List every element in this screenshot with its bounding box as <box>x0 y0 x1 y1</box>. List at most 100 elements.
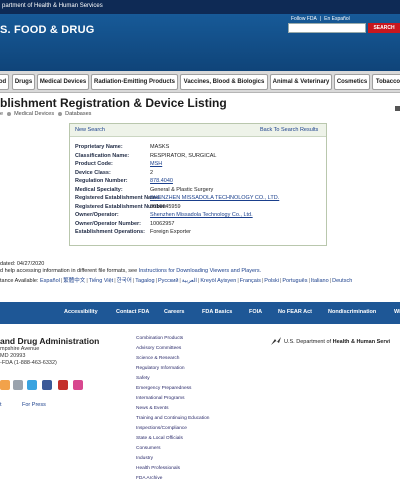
new-search-link[interactable]: New Search <box>75 127 105 133</box>
footer-link-health-professionals[interactable]: Health Professionals <box>136 466 180 471</box>
language-assistance: tance Available: Español|繁體中文|Tiếng Việt… <box>0 278 353 284</box>
detail-value: 3016645959 <box>150 203 181 210</box>
hhs-footer-link[interactable]: U.S. Department of Health & Human Servi <box>284 339 390 345</box>
phone-line: -FDA (1-888-463-6332) <box>0 360 57 366</box>
back-to-results-link[interactable]: Back To Search Results <box>260 127 318 133</box>
footer-nondiscrimination-link[interactable]: Nondiscrimination <box>328 309 376 315</box>
detail-value: 10062957 <box>150 220 175 227</box>
footer-link-industry[interactable]: Industry <box>136 456 153 461</box>
breadcrumb: e Medical Devices Databases <box>0 111 91 117</box>
footer-contact-link[interactable]: Contact FDA <box>116 309 149 315</box>
footer-contact-link-2[interactable]: t <box>0 402 2 408</box>
nav-tab-radiation-emitting[interactable]: Radiation-Emitting Products <box>91 74 178 90</box>
footer-link-news-events[interactable]: News & Events <box>136 406 169 411</box>
lang-russian[interactable]: Русский <box>158 278 178 284</box>
footer-fda-basics-link[interactable]: FDA Basics <box>202 309 232 315</box>
lang-espanol[interactable]: Español <box>40 278 60 284</box>
product-code-link[interactable]: MSH <box>150 161 162 167</box>
lang-chinese[interactable]: 繁體中文 <box>63 278 85 284</box>
detail-row: Medical Specialty: General & Plastic Sur… <box>75 187 325 195</box>
main-nav: od Drugs Medical Devices Radiation-Emitt… <box>0 71 400 93</box>
lang-polish[interactable]: Polski <box>264 278 279 284</box>
lang-german[interactable]: Deutsch <box>332 278 352 284</box>
nav-tab-food[interactable]: od <box>0 74 9 90</box>
footer-link-regulatory-information[interactable]: Regulatory Information <box>136 366 185 371</box>
owner-operator-link[interactable]: Shenzhen Missadola Technology Co., Ltd. <box>150 212 253 218</box>
footer-nav: Accessibility Contact FDA Careers FDA Ba… <box>0 302 400 324</box>
breadcrumb-databases[interactable]: Databases <box>65 111 91 117</box>
footer-link-consumers[interactable]: Consumers <box>136 446 161 451</box>
print-icon[interactable] <box>395 106 400 111</box>
fda-brand-logo[interactable]: S. FOOD & DRUG <box>0 24 94 36</box>
detail-label: Classification Name: <box>75 152 130 159</box>
detail-row: Regulation Number: 878.4040 <box>75 178 325 186</box>
footer-foia-link[interactable]: FOIA <box>249 309 262 315</box>
footer-press-link[interactable]: For Press <box>22 402 46 408</box>
detail-label: Establishment Operations: <box>75 229 145 235</box>
nav-tab-animal-veterinary[interactable]: Animal & Veterinary <box>270 74 332 90</box>
nav-tab-drugs[interactable]: Drugs <box>12 74 35 90</box>
footer-no-fear-link[interactable]: No FEAR Act <box>278 309 312 315</box>
rss-icon[interactable] <box>0 380 10 390</box>
hhs-bar: partment of Health & Human Services <box>0 0 400 14</box>
search-button[interactable]: SEARCH <box>368 23 400 33</box>
hhs-eagle-icon[interactable] <box>270 336 282 348</box>
nav-tab-vaccines[interactable]: Vaccines, Blood & Biologics <box>180 74 268 90</box>
follow-fda-link[interactable]: Follow FDA <box>291 16 317 22</box>
footer-link-state-local[interactable]: State & Local Officials <box>136 436 183 441</box>
hhs-bold: Health & Human Servi <box>332 339 391 345</box>
twitter-icon[interactable] <box>27 380 37 390</box>
detail-row: Device Class: 2 <box>75 170 325 178</box>
footer-link-combination-products[interactable]: Combination Products <box>136 336 183 341</box>
flickr-icon[interactable] <box>73 380 83 390</box>
viewers-players-link[interactable]: Instructions for Downloading Viewers and… <box>139 268 262 274</box>
footer-link-international-programs[interactable]: International Programs <box>136 396 185 401</box>
establishment-name-link[interactable]: SHENZHEN MISSADOLA TECHNOLOGY CO., LTD. <box>150 195 279 201</box>
footer-accessibility-link[interactable]: Accessibility <box>64 309 98 315</box>
hhs-link[interactable]: partment of Health & Human Services <box>2 3 103 9</box>
lang-korean[interactable]: 한국어 <box>117 278 132 284</box>
detail-row: Product Code: MSH <box>75 161 325 169</box>
facebook-icon[interactable] <box>42 380 52 390</box>
footer-careers-link[interactable]: Careers <box>164 309 185 315</box>
footer-link-fda-archive[interactable]: FDA Archive <box>136 476 162 481</box>
detail-row: Registered Establishment Number: 3016645… <box>75 204 325 212</box>
lang-french[interactable]: Français <box>240 278 261 284</box>
language-prefix: tance Available: <box>0 278 40 284</box>
page-updated: dated: 04/27/2020 <box>0 261 45 267</box>
breadcrumb-home[interactable]: e <box>0 111 3 117</box>
lang-portuguese[interactable]: Português <box>282 278 307 284</box>
footer-org-name: and Drug Administration <box>0 336 100 346</box>
detail-value: MASKS <box>150 144 170 150</box>
address-line: mpshire Avenue <box>0 346 40 352</box>
search-input[interactable] <box>288 23 366 33</box>
footer-link-emergency-preparedness[interactable]: Emergency Preparedness <box>136 386 191 391</box>
lang-vietnamese[interactable]: Tiếng Việt <box>89 278 113 284</box>
footer-website-link[interactable]: Wi <box>394 309 400 315</box>
footer-link-inspections[interactable]: Inspections/Compliance <box>136 426 187 431</box>
nav-tab-cosmetics[interactable]: Cosmetics <box>334 74 370 90</box>
breadcrumb-medical-devices[interactable]: Medical Devices <box>14 111 54 117</box>
lang-italian[interactable]: Italiano <box>311 278 329 284</box>
lang-arabic[interactable]: العربية <box>182 278 197 284</box>
address-line: MD 20993 <box>0 353 26 359</box>
help-prefix: d help accessing information in differen… <box>0 268 139 274</box>
regulation-number-link[interactable]: 878.4040 <box>150 178 173 184</box>
breadcrumb-separator-icon <box>58 111 63 116</box>
hhs-prefix: U.S. Department of <box>284 339 333 345</box>
footer-link-safety[interactable]: Safety <box>136 376 150 381</box>
espanol-link[interactable]: En Español <box>324 16 350 22</box>
help-text: d help accessing information in differen… <box>0 268 261 274</box>
lang-tagalog[interactable]: Tagalog <box>135 278 154 284</box>
lang-creole[interactable]: Kreyòl Ayisyen <box>200 278 236 284</box>
footer-link-training[interactable]: Training and Continuing Education <box>136 416 209 421</box>
email-icon[interactable] <box>13 380 23 390</box>
detail-label: Owner/Operator Number: <box>75 220 142 227</box>
header-top-links: Follow FDA | En Español <box>291 16 350 22</box>
nav-tab-tobacco[interactable]: Tobacco <box>372 74 400 90</box>
nav-tab-medical-devices[interactable]: Medical Devices <box>37 74 89 90</box>
footer-link-advisory-committees[interactable]: Advisory Committees <box>136 346 181 351</box>
site-footer <box>0 324 400 500</box>
youtube-icon[interactable] <box>58 380 68 390</box>
footer-link-science-research[interactable]: Science & Research <box>136 356 179 361</box>
